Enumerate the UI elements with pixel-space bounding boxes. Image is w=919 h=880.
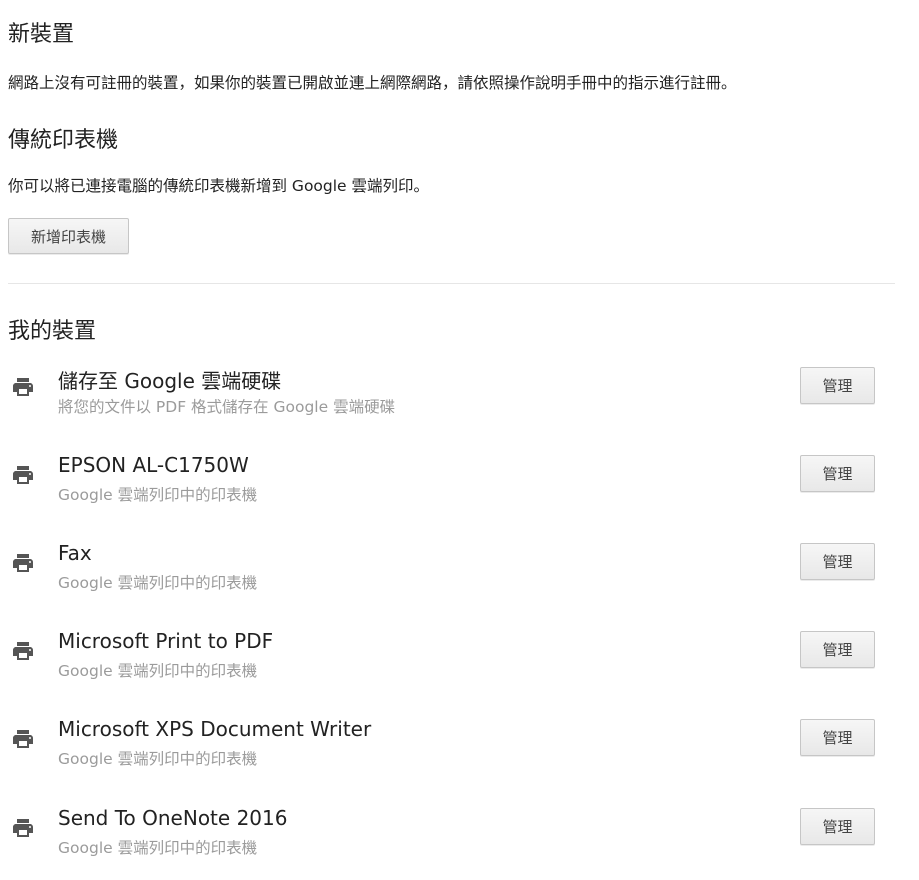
add-printer-button[interactable]: 新增印表機	[8, 218, 129, 254]
manage-button[interactable]: 管理	[800, 543, 875, 580]
device-item-epson: EPSON AL-C1750W Google 雲端列印中的印表機 管理	[0, 453, 919, 527]
device-item-fax: Fax Google 雲端列印中的印表機 管理	[0, 541, 919, 615]
device-description: 將您的文件以 PDF 格式儲存在 Google 雲端硬碟	[58, 398, 396, 416]
classic-printers-message: 你可以將已連接電腦的傳統印表機新增到 Google 雲端列印。	[8, 177, 430, 195]
device-item-google-drive: 儲存至 Google 雲端硬碟 將您的文件以 PDF 格式儲存在 Google …	[0, 367, 919, 439]
printer-icon	[13, 642, 33, 660]
manage-button[interactable]: 管理	[800, 719, 875, 756]
device-item-print-to-pdf: Microsoft Print to PDF Google 雲端列印中的印表機 …	[0, 629, 919, 703]
device-description: Google 雲端列印中的印表機	[58, 750, 258, 768]
printer-icon	[13, 466, 33, 484]
printer-icon	[13, 819, 33, 837]
printer-icon	[13, 554, 33, 572]
device-item-onenote: Send To OneNote 2016 Google 雲端列印中的印表機 管理	[0, 806, 919, 880]
manage-button[interactable]: 管理	[800, 808, 875, 845]
device-name: Fax	[58, 541, 92, 565]
new-devices-message: 網路上沒有可註冊的裝置，如果你的裝置已開啟並連上網際網路，請依照操作說明手冊中的…	[8, 74, 737, 92]
printer-icon	[13, 730, 33, 748]
device-name: Microsoft XPS Document Writer	[58, 717, 372, 741]
device-description: Google 雲端列印中的印表機	[58, 486, 258, 504]
device-name: Microsoft Print to PDF	[58, 629, 274, 653]
device-description: Google 雲端列印中的印表機	[58, 839, 258, 857]
my-devices-title: 我的裝置	[8, 319, 97, 344]
classic-printers-title: 傳統印表機	[8, 128, 119, 153]
device-name: 儲存至 Google 雲端硬碟	[58, 369, 282, 393]
printer-icon	[13, 378, 33, 396]
device-item-xps-writer: Microsoft XPS Document Writer Google 雲端列…	[0, 717, 919, 791]
device-name: Send To OneNote 2016	[58, 806, 288, 830]
new-devices-title: 新裝置	[8, 22, 75, 47]
manage-button[interactable]: 管理	[800, 367, 875, 404]
manage-button[interactable]: 管理	[800, 631, 875, 668]
device-description: Google 雲端列印中的印表機	[58, 662, 258, 680]
device-name: EPSON AL-C1750W	[58, 453, 249, 477]
manage-button[interactable]: 管理	[800, 455, 875, 492]
device-description: Google 雲端列印中的印表機	[58, 574, 258, 592]
section-divider	[8, 283, 895, 284]
